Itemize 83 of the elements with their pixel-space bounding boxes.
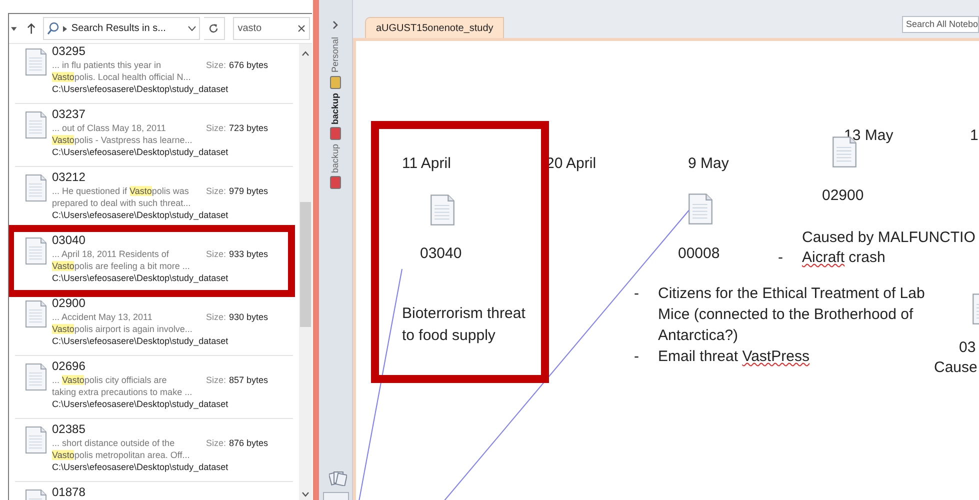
file-label: 00008 bbox=[678, 244, 720, 264]
notebook-icon[interactable] bbox=[330, 76, 341, 89]
size-value: 723 bytes bbox=[229, 122, 268, 135]
file-path: C:\Users\efeosasere\Desktop\study_dataset bbox=[52, 335, 230, 348]
search-field[interactable]: Search All Notebo bbox=[902, 16, 979, 33]
scrollbar-thumb[interactable] bbox=[300, 202, 311, 327]
document-icon bbox=[25, 237, 47, 265]
close-icon[interactable] bbox=[298, 25, 305, 32]
bullet-dash: - bbox=[778, 248, 784, 268]
file-label: 02900 bbox=[822, 186, 864, 206]
notebook-icon[interactable] bbox=[330, 127, 341, 140]
result-title[interactable]: 03212 bbox=[52, 170, 268, 185]
size-value: 979 bytes bbox=[229, 185, 268, 198]
result-title[interactable]: 03237 bbox=[52, 107, 268, 122]
bullet-dash: - bbox=[634, 284, 640, 304]
search-field[interactable]: vasto bbox=[232, 17, 310, 40]
file-path: C:\Users\efeosasere\Desktop\study_dataset bbox=[52, 398, 230, 411]
size-value: 676 bytes bbox=[229, 59, 268, 72]
document-icon bbox=[25, 174, 47, 202]
size-label: Size: bbox=[206, 122, 226, 135]
document-icon bbox=[25, 426, 47, 454]
result-snippet: ... Accident May 13, 2011 Vastopolis airport is again involve... bbox=[52, 311, 194, 335]
size-label: Size: bbox=[206, 248, 226, 261]
result-title[interactable]: 02385 bbox=[52, 422, 268, 437]
result-title[interactable]: 03040 bbox=[52, 233, 268, 248]
notebook-tab[interactable]: Personal bbox=[326, 37, 346, 73]
section-tab[interactable]: aUGUST15onenote_study bbox=[365, 17, 504, 38]
up-arrow-icon[interactable] bbox=[26, 23, 36, 34]
document-icon bbox=[25, 48, 47, 76]
file-label: 03040 bbox=[420, 244, 462, 264]
date-label: 11 April bbox=[402, 154, 451, 174]
size-value: 933 bytes bbox=[229, 248, 268, 261]
file-path: C:\Users\efeosasere\Desktop\study_dataset bbox=[52, 272, 230, 285]
file-path: C:\Users\efeosasere\Desktop\study_dataset bbox=[52, 146, 230, 159]
file-path: C:\Users\efeosasere\Desktop\study_dataset bbox=[52, 209, 230, 222]
note-text: Cause bbox=[934, 358, 978, 378]
bullet-dash: - bbox=[634, 347, 640, 367]
notebook-tab[interactable]: backup bbox=[326, 92, 346, 124]
document-icon bbox=[25, 363, 47, 391]
file-label: 03 bbox=[959, 338, 976, 358]
size-label: Size: bbox=[206, 311, 226, 324]
breadcrumb-arrow-icon bbox=[63, 26, 68, 32]
file-path: C:\Users\efeosasere\Desktop\study_dataset bbox=[52, 461, 230, 474]
document-icon bbox=[25, 111, 47, 139]
file-path: C:\Users\efeosasere\Desktop\study_dataset bbox=[52, 83, 230, 96]
date-label: 9 May bbox=[688, 154, 729, 174]
scrollbar[interactable] bbox=[299, 44, 312, 500]
size-value: 857 bytes bbox=[229, 374, 268, 387]
scroll-up-icon[interactable] bbox=[302, 51, 309, 56]
bullet-text: Citizens for the Ethical Treatment of Lab Mice (connected to the Brotherhood of Antarctica?) bbox=[658, 284, 926, 346]
bullet-text: Email threat VastPress bbox=[658, 347, 810, 367]
result-snippet: ... short distance outside of the Vastopolis metropolitan area. Off... bbox=[52, 437, 191, 461]
size-label: Size: bbox=[206, 59, 226, 72]
note-text: Bioterrorism threat to food supply bbox=[402, 304, 526, 346]
result-snippet: ... in flu patients this year in Vastopolis. Local health official N... bbox=[52, 59, 192, 83]
address-text: Search Results in s... bbox=[71, 22, 166, 36]
pages-icon[interactable] bbox=[329, 470, 347, 486]
bullet-text: Aicraft crash bbox=[802, 248, 886, 268]
notebook-icon[interactable] bbox=[330, 176, 341, 190]
date-label: 1 bbox=[970, 126, 978, 146]
scroll-down-icon[interactable] bbox=[302, 492, 309, 497]
size-value: 930 bytes bbox=[229, 311, 268, 324]
notebook-tab[interactable]: backup bbox=[326, 144, 346, 174]
size-label: Size: bbox=[206, 437, 226, 450]
result-title[interactable]: 02900 bbox=[52, 296, 268, 311]
chevron-down-icon[interactable] bbox=[188, 26, 196, 31]
result-title[interactable]: 01878 bbox=[52, 485, 86, 500]
result-snippet: ... April 18, 2011 Residents of Vastopolis are feeling a bit more ... bbox=[52, 248, 191, 272]
result-snippet: ... out of Class May 18, 2011 Vastopolis - Vastpress has learne... bbox=[52, 122, 194, 146]
document-icon bbox=[25, 300, 47, 328]
result-title[interactable]: 02696 bbox=[52, 359, 268, 374]
refresh-icon[interactable] bbox=[208, 23, 220, 34]
size-label: Size: bbox=[206, 374, 226, 387]
document-icon bbox=[430, 194, 455, 226]
document-icon bbox=[688, 193, 713, 225]
result-title[interactable]: 03295 bbox=[52, 44, 268, 59]
size-label: Size: bbox=[206, 185, 226, 198]
search-icon bbox=[47, 22, 60, 35]
dropdown-caret-icon[interactable] bbox=[11, 26, 17, 30]
size-value: 876 bytes bbox=[229, 437, 268, 450]
address-bar[interactable]: Search Results in s... bbox=[43, 17, 200, 40]
result-snippet: ... Vastopolis city officials are taking extra precautions to make ... bbox=[52, 374, 194, 398]
note-text: Caused by MALFUNCTIO bbox=[802, 228, 976, 248]
